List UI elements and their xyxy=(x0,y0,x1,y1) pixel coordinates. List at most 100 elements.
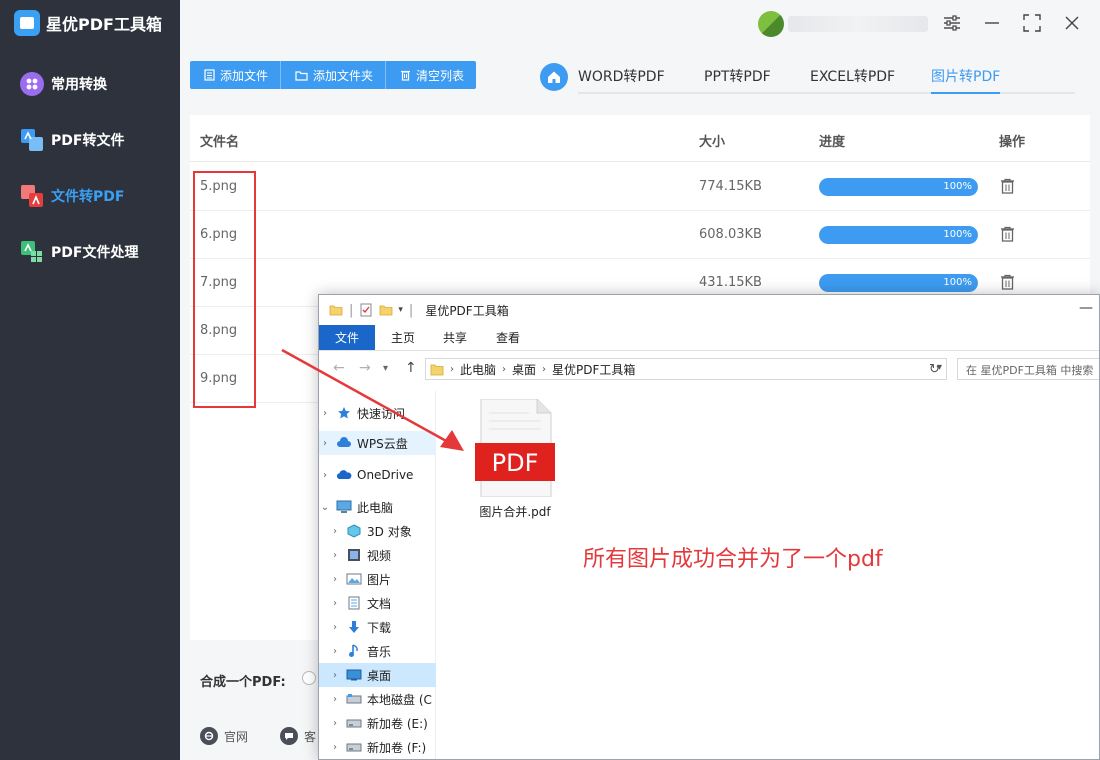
sidebar-item-pdf-process[interactable]: PDF文件处理 xyxy=(20,237,138,267)
cloud-icon xyxy=(336,435,352,451)
tree-item[interactable]: › 新加卷 (E:) xyxy=(319,711,436,735)
breadcrumb-item[interactable]: 星优PDF工具箱 xyxy=(552,361,635,378)
tree-item-label: WPS云盘 xyxy=(357,436,408,451)
customer-service-link[interactable]: 客 xyxy=(280,727,316,745)
tab-word-to-pdf[interactable]: WORD转PDF xyxy=(578,66,665,94)
quick-access-dropdown-icon[interactable]: ▾ xyxy=(398,305,403,315)
sidebar-item-file-to-pdf[interactable]: 文件转PDF xyxy=(20,181,124,211)
ribbon-tab-share[interactable]: 共享 xyxy=(435,325,475,350)
tree-item[interactable]: › 音乐 xyxy=(319,639,436,663)
tab-ppt-to-pdf[interactable]: PPT转PDF xyxy=(704,66,771,94)
tree-item[interactable]: › 本地磁盘 (C xyxy=(319,687,436,711)
explorer-titlebar: | ▾ | 星优PDF工具箱 — xyxy=(319,295,1099,325)
delete-icon[interactable] xyxy=(1000,226,1015,246)
pdf-badge-text: PDF xyxy=(492,449,539,477)
expand-arrow-icon[interactable]: › xyxy=(319,408,331,419)
avatar[interactable] xyxy=(758,11,784,37)
tree-item[interactable]: › 下载 xyxy=(319,615,436,639)
refresh-icon[interactable]: ↻ xyxy=(929,362,940,377)
properties-icon[interactable] xyxy=(359,303,373,317)
ribbon-tab-home[interactable]: 主页 xyxy=(383,325,423,350)
tab-excel-to-pdf[interactable]: EXCEL转PDF xyxy=(810,66,895,94)
add-file-button[interactable]: 添加文件 xyxy=(190,61,282,89)
progress-bar: 100% xyxy=(819,226,978,244)
file-name-label: 图片合并.pdf xyxy=(479,505,551,519)
customer-service-label: 客 xyxy=(304,729,317,744)
computer-icon xyxy=(336,499,352,515)
tree-item-label: 视频 xyxy=(367,548,392,563)
official-site-link[interactable]: 官网 xyxy=(200,727,248,745)
tree-item[interactable]: ⌄ 此电脑 xyxy=(319,495,436,519)
add-folder-label: 添加文件夹 xyxy=(313,68,374,83)
column-header-progress: 进度 xyxy=(819,135,846,150)
minimize-icon[interactable] xyxy=(982,12,1002,34)
tree-item[interactable]: › 视频 xyxy=(319,543,436,567)
tree-item[interactable]: › 图片 xyxy=(319,567,436,591)
merge-pdf-radio[interactable] xyxy=(302,671,316,685)
close-icon[interactable] xyxy=(1062,12,1082,34)
address-bar[interactable]: › 此电脑 › 桌面 › 星优PDF工具箱 ▾ xyxy=(425,358,947,380)
table-row[interactable]: 5.png 774.15KB 100% xyxy=(190,163,1090,211)
clear-list-label: 清空列表 xyxy=(416,68,465,83)
expand-arrow-icon[interactable]: › xyxy=(329,718,341,729)
tree-item[interactable]: › 桌面 xyxy=(319,663,436,687)
file-toolbar: 添加文件 添加文件夹 清空列表 xyxy=(190,61,477,89)
tree-item[interactable]: › 文档 xyxy=(319,591,436,615)
folder-icon xyxy=(329,305,343,316)
tree-item-label: 图片 xyxy=(367,572,392,587)
clear-list-button[interactable]: 清空列表 xyxy=(386,61,476,89)
sidebar-item-label: PDF文件处理 xyxy=(51,245,139,261)
ribbon-tab-view[interactable]: 查看 xyxy=(488,325,528,350)
delete-icon[interactable] xyxy=(1000,274,1015,294)
table-row[interactable]: 6.png 608.03KB 100% xyxy=(190,211,1090,259)
forward-arrow-icon[interactable]: → xyxy=(359,360,371,376)
up-arrow-icon[interactable]: ↑ xyxy=(405,360,417,376)
file-name-cell: 5.png xyxy=(200,179,238,194)
breadcrumb-item[interactable]: 此电脑 xyxy=(460,361,496,378)
sidebar-item-common-convert[interactable]: 常用转换 xyxy=(20,69,107,99)
expand-arrow-icon[interactable]: › xyxy=(329,526,341,537)
progress-bar: 100% xyxy=(819,178,978,196)
expand-arrow-icon[interactable]: › xyxy=(319,470,331,481)
expand-arrow-icon[interactable]: › xyxy=(329,646,341,657)
column-header-name: 文件名 xyxy=(200,135,240,150)
new-folder-icon[interactable] xyxy=(379,303,393,317)
expand-arrow-icon[interactable]: › xyxy=(329,598,341,609)
drive-icon xyxy=(346,691,362,707)
expand-arrow-icon[interactable]: › xyxy=(319,438,331,449)
tree-item[interactable]: › OneDrive xyxy=(319,463,436,487)
tree-item[interactable]: › 3D 对象 xyxy=(319,519,436,543)
sidebar-item-pdf-to-file[interactable]: PDF转文件 xyxy=(20,125,124,155)
back-arrow-icon[interactable]: ← xyxy=(333,360,345,376)
maximize-icon[interactable] xyxy=(1022,12,1042,34)
collapse-arrow-icon[interactable]: ⌄ xyxy=(319,502,331,513)
expand-arrow-icon[interactable]: › xyxy=(329,622,341,633)
pdf-file-item[interactable]: PDF 图片合并.pdf xyxy=(469,399,561,520)
settings-sliders-icon[interactable] xyxy=(942,12,962,34)
add-folder-button[interactable]: 添加文件夹 xyxy=(281,61,387,89)
explorer-title: 星优PDF工具箱 xyxy=(425,303,509,318)
tree-item[interactable]: › 快速访问 xyxy=(319,401,436,425)
expand-arrow-icon[interactable]: › xyxy=(329,574,341,585)
video-icon xyxy=(346,547,362,563)
explorer-minimize-icon[interactable]: — xyxy=(1079,300,1093,316)
home-button[interactable] xyxy=(540,63,568,91)
tree-item-label: 快速访问 xyxy=(357,406,406,421)
expand-arrow-icon[interactable]: › xyxy=(329,550,341,561)
home-icon xyxy=(548,71,560,83)
navigation-tree: › 快速访问 › WPS云盘 › OneDrive ⌄ 此电脑 › 3D 对象 … xyxy=(319,391,436,759)
expand-arrow-icon[interactable]: › xyxy=(329,694,341,705)
tree-item[interactable]: › WPS云盘 xyxy=(319,431,436,455)
expand-arrow-icon[interactable]: › xyxy=(329,670,341,681)
file-size-cell: 608.03KB xyxy=(699,227,762,242)
tree-item[interactable]: › 新加卷 (F:) xyxy=(319,735,436,759)
ribbon-tab-file[interactable]: 文件 xyxy=(319,325,375,350)
recent-dropdown-icon[interactable]: ▾ xyxy=(383,363,388,374)
explorer-search-input[interactable]: 在 星优PDF工具箱 中搜索 xyxy=(957,358,1099,380)
expand-arrow-icon[interactable]: › xyxy=(329,742,341,753)
breadcrumb-item[interactable]: 桌面 xyxy=(512,361,536,378)
delete-icon[interactable] xyxy=(1000,178,1015,198)
drive-icon xyxy=(346,739,362,755)
sidebar-item-label: 文件转PDF xyxy=(51,189,125,205)
tab-image-to-pdf[interactable]: 图片转PDF xyxy=(931,66,1001,94)
